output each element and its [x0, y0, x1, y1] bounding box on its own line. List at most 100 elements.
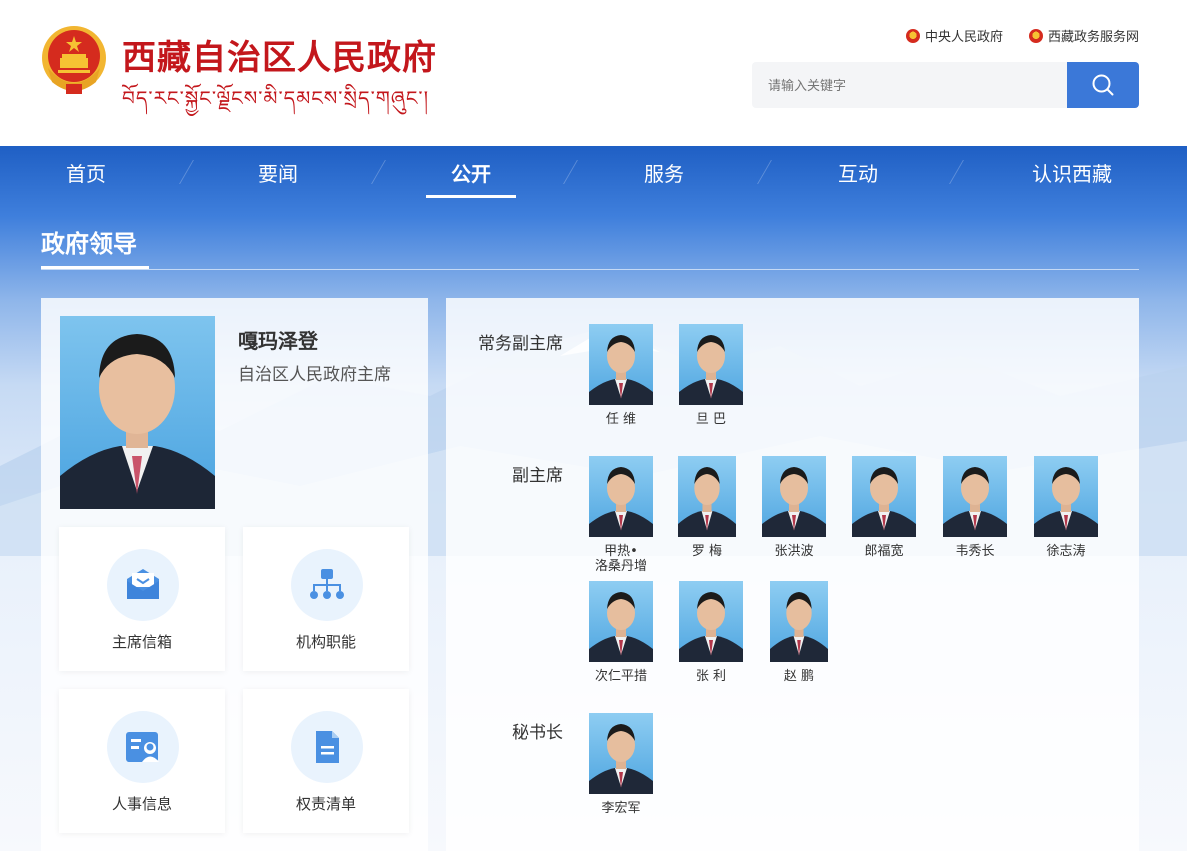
leader-photo: [678, 456, 736, 537]
leader-card[interactable]: 李宏军: [581, 713, 661, 816]
leader-card[interactable]: 甲热• 洛桑丹增: [581, 456, 661, 574]
leader-name: 张洪波: [774, 544, 814, 559]
tile-label: 人事信息: [111, 795, 172, 813]
tile-icon-bg: [107, 549, 179, 621]
top-links: 中央人民政府 西藏政务服务网: [905, 26, 1139, 45]
leader-name: 罗 梅: [691, 544, 723, 559]
leader-name: 任 维: [605, 412, 637, 427]
link-xizang-gov-service[interactable]: 西藏政务服务网: [1028, 26, 1139, 45]
portrait-silhouette: [589, 592, 653, 662]
portrait-silhouette: [943, 467, 1007, 537]
tile-icon-bg: [291, 711, 363, 783]
leader-photo: [589, 324, 653, 405]
nav-know-xizang[interactable]: 认识西藏: [1010, 146, 1134, 198]
nav-divider: [563, 160, 578, 184]
leader-name-line: 甲热•: [604, 544, 638, 559]
leader-card[interactable]: 韦秀长: [935, 456, 1015, 559]
portrait-silhouette: [60, 334, 215, 509]
leader-card[interactable]: 张洪波: [754, 456, 834, 559]
leader-photo: [589, 456, 653, 537]
portrait-silhouette: [589, 467, 653, 537]
portrait-silhouette: [1034, 467, 1098, 537]
leader-name: 徐志涛: [1046, 544, 1086, 559]
tile-label: 权责清单: [295, 795, 356, 813]
site-title[interactable]: 西藏自治区人民政府: [122, 30, 437, 79]
main-nav: 首页 要闻 公开 服务 互动 认识西藏: [0, 146, 1187, 198]
nav-label: 互动: [838, 161, 878, 186]
leader-photo: [589, 713, 653, 794]
leader-photo: [852, 456, 916, 537]
nav-divider: [179, 160, 194, 184]
tile-org-functions[interactable]: 机构职能: [243, 527, 409, 671]
leader-photo: [679, 324, 743, 405]
leader-card[interactable]: 郎福宽: [844, 456, 924, 559]
nav-divider: [371, 160, 386, 184]
leader-name-line: 洛桑丹增: [594, 559, 647, 574]
leader-photo: [589, 581, 653, 662]
nav-label: 首页: [66, 161, 106, 186]
leader-name: 甲热• 洛桑丹增: [581, 544, 661, 574]
nav-label: 认识西藏: [1032, 161, 1112, 186]
leader-card[interactable]: 罗 梅: [667, 456, 747, 559]
portrait-silhouette: [678, 467, 736, 537]
portrait-silhouette: [852, 467, 916, 537]
leader-card[interactable]: 旦 巴: [671, 324, 751, 427]
tile-chairman-mailbox[interactable]: 主席信箱: [59, 527, 225, 671]
leader-photo: [1034, 456, 1098, 537]
nav-news[interactable]: 要闻: [232, 146, 324, 198]
tile-responsibility-list[interactable]: 权责清单: [243, 689, 409, 833]
nav-interaction[interactable]: 互动: [812, 146, 904, 198]
nav-label: 服务: [644, 161, 684, 186]
chairman-photo[interactable]: [60, 316, 215, 509]
search-input[interactable]: [752, 62, 1067, 108]
mailbox-icon: [127, 569, 159, 599]
leader-card[interactable]: 赵 鹏: [759, 581, 839, 684]
leader-name: 李宏军: [601, 801, 641, 816]
nav-divider: [757, 160, 772, 184]
leader-name: 赵 鹏: [783, 669, 815, 684]
national-emblem-icon: [905, 28, 920, 43]
portrait-silhouette: [679, 335, 743, 405]
document-list-icon: [316, 731, 339, 763]
site-title-tibetan: བོད་རང་སྐྱོང་ལྗོངས་མི་དམངས་སྲིད་གཞུང་།: [122, 86, 430, 110]
national-emblem-icon: [1028, 28, 1043, 43]
org-chart-icon: [310, 569, 344, 599]
role-label-vice: 副主席: [512, 466, 563, 486]
leader-card[interactable]: 任 维: [581, 324, 661, 427]
nav-home[interactable]: 首页: [40, 146, 132, 198]
leader-name: 郎福宽: [864, 544, 904, 559]
leader-name: 次仁平措: [594, 669, 647, 684]
search-button[interactable]: [1067, 62, 1139, 108]
chairman-title: 自治区人民政府主席: [238, 365, 391, 385]
role-label-secretary-general: 秘书长: [512, 723, 563, 743]
leader-card[interactable]: 张 利: [671, 581, 751, 684]
nav-public[interactable]: 公开: [426, 146, 516, 198]
leader-name: 旦 巴: [695, 412, 727, 427]
tile-personnel-info[interactable]: 人事信息: [59, 689, 225, 833]
tile-icon-bg: [291, 549, 363, 621]
divider: [41, 269, 1139, 270]
nav-services[interactable]: 服务: [618, 146, 710, 198]
leader-photo: [762, 456, 826, 537]
portrait-silhouette: [679, 592, 743, 662]
leader-name: 韦秀长: [955, 544, 995, 559]
chairman-name[interactable]: 嘎玛泽登: [238, 325, 318, 354]
leader-name: 张 利: [695, 669, 727, 684]
tile-icon-bg: [107, 711, 179, 783]
link-label: 中央人民政府: [924, 30, 1003, 45]
tile-label: 机构职能: [295, 633, 356, 651]
leader-card[interactable]: 徐志涛: [1026, 456, 1106, 559]
search-icon: [1092, 74, 1114, 96]
national-emblem-icon[interactable]: [40, 24, 108, 96]
nav-label: 要闻: [258, 161, 298, 186]
nav-label: 公开: [451, 161, 491, 186]
nav-divider: [949, 160, 964, 184]
link-label: 西藏政务服务网: [1047, 30, 1139, 45]
leader-card[interactable]: 次仁平措: [581, 581, 661, 684]
role-label-executive-vice: 常务副主席: [478, 334, 563, 354]
leader-photo: [943, 456, 1007, 537]
link-central-government[interactable]: 中央人民政府: [905, 26, 1003, 45]
portrait-silhouette: [770, 592, 828, 662]
site-header: 西藏自治区人民政府 བོད་རང་སྐྱོང་ལྗོངས་མི་དམངས་སྲི…: [0, 0, 1187, 146]
personnel-card-icon: [126, 732, 159, 762]
